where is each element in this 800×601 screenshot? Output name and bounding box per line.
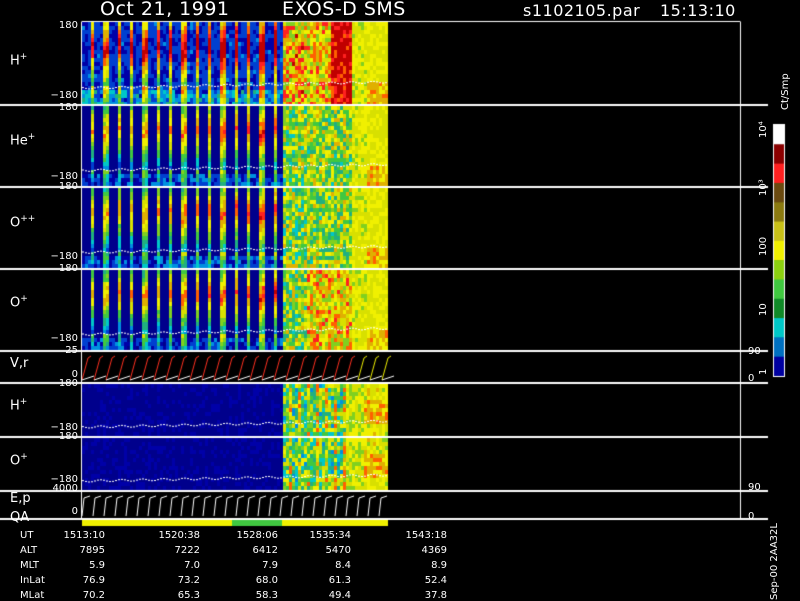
plot-file: s1102105.par — [523, 1, 641, 20]
right-axis-tick-label: 90 — [748, 346, 761, 357]
y-tick-label: 180 — [58, 20, 78, 31]
footer-value: 73.2 — [177, 575, 200, 586]
footer-value: 8.9 — [431, 560, 447, 571]
colorbar-title: Ct/Smp — [780, 73, 791, 110]
panel-label-text: E,p — [10, 491, 31, 506]
colorbar-tick-label: 10⁴ — [758, 121, 769, 138]
footer-value: 4369 — [421, 545, 447, 556]
panel-label-text: O — [10, 295, 21, 311]
panel-label-text: He — [10, 133, 28, 149]
panel-label-3: O+ — [10, 294, 28, 310]
y-tick-label: 180 — [58, 181, 78, 192]
panel-label-text: H — [10, 53, 20, 69]
y-tick-label: 180 — [58, 431, 78, 442]
panel-label-superscript: + — [19, 397, 28, 407]
footer-value: 8.4 — [335, 560, 351, 571]
colorbar-tick-label: 1 — [758, 368, 769, 375]
colorbar-tick-label: 10 — [758, 303, 769, 316]
footer-value: 58.3 — [255, 590, 278, 601]
version-stamp: Sep-00 2AA32L — [769, 523, 780, 600]
spectrogram-canvas — [0, 0, 800, 600]
plot-instrument: EXOS-D SMS — [282, 0, 406, 20]
y-tick-label: −180 — [50, 251, 78, 262]
footer-value: 70.2 — [82, 590, 105, 601]
plot-date: Oct 21, 1991 — [100, 0, 230, 20]
footer-row-label: MLT — [20, 560, 39, 571]
panel-label-1: He+ — [10, 132, 35, 148]
footer-value: 1520:38 — [158, 530, 200, 541]
footer-value: 7222 — [174, 545, 200, 556]
panel-label-text: O — [10, 215, 21, 231]
footer-row-label: UT — [20, 530, 34, 541]
right-axis-tick-label: 0 — [748, 511, 755, 522]
footer-value: 52.4 — [424, 575, 447, 586]
colorbar-tick-label: 10³ — [758, 179, 769, 196]
footer-value: 1543:18 — [405, 530, 447, 541]
right-axis-tick-label: 0 — [748, 373, 755, 384]
y-tick-label: 25 — [65, 345, 78, 356]
footer-value: 61.3 — [328, 575, 351, 586]
footer-value: 5.9 — [89, 560, 105, 571]
footer-value: 65.3 — [177, 590, 200, 601]
y-tick-label: 4000 — [52, 483, 78, 494]
footer-value: 7.0 — [184, 560, 200, 571]
plot-time: 15:13:10 — [660, 1, 736, 20]
panel-label-0: H+ — [10, 52, 27, 68]
y-tick-label: 180 — [58, 102, 78, 113]
panel-label-superscript: + — [27, 132, 36, 142]
panel-label-6: O+ — [10, 452, 28, 468]
panel-label-text: V,r — [10, 356, 29, 371]
panel-label-text: O — [10, 453, 21, 469]
y-tick-label: −180 — [50, 333, 78, 344]
footer-row-label: InLat — [20, 575, 45, 586]
colorbar-tick-label: 100 — [758, 236, 769, 256]
panel-label-2: O++ — [10, 214, 35, 230]
footer-row-label: ALT — [20, 545, 38, 556]
footer-value: 1528:06 — [236, 530, 278, 541]
footer-value: 1513:10 — [63, 530, 105, 541]
panel-label-5: H+ — [10, 397, 27, 413]
footer-value: 76.9 — [82, 575, 105, 586]
y-tick-label: 180 — [58, 263, 78, 274]
footer-value: 68.0 — [255, 575, 278, 586]
panel-label-4: V,r — [10, 356, 28, 371]
panel-label-superscript: + — [19, 52, 28, 62]
footer-value: 1535:34 — [309, 530, 351, 541]
y-tick-label: 180 — [58, 378, 78, 389]
y-tick-label: 0 — [71, 506, 78, 517]
panel-label-text: H — [10, 398, 20, 414]
panel-label-superscript: + — [20, 452, 28, 462]
footer-value: 49.4 — [328, 590, 351, 601]
footer-value: 37.8 — [424, 590, 447, 601]
footer-value: 7.9 — [262, 560, 278, 571]
footer-row-label: MLat — [20, 590, 45, 601]
panel-label-superscript: ++ — [20, 214, 36, 224]
panel-label-7: E,p — [10, 491, 31, 506]
panel-label-superscript: + — [20, 294, 28, 304]
y-tick-label: −180 — [50, 90, 78, 101]
qa-label: QA — [10, 510, 30, 525]
footer-value: 5470 — [325, 545, 351, 556]
right-axis-tick-label: 90 — [748, 482, 761, 493]
footer-value: 6412 — [252, 545, 278, 556]
footer-value: 7895 — [79, 545, 105, 556]
